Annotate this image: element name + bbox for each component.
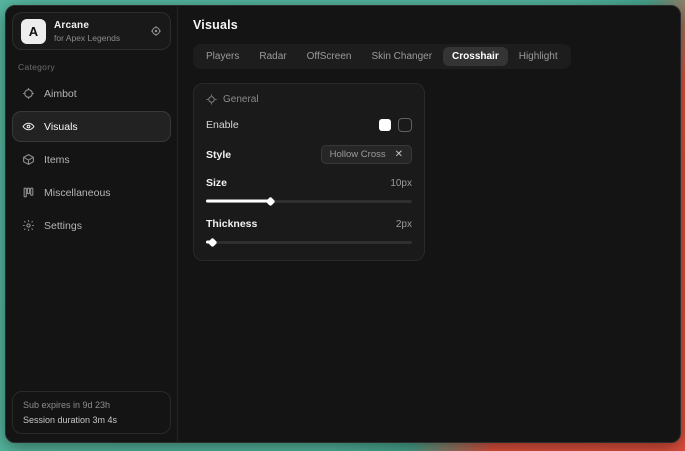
category-label: Category	[18, 62, 165, 72]
crosshair-icon	[22, 87, 35, 100]
sidebar-item-visuals[interactable]: Visuals	[12, 111, 171, 142]
page-title: Visuals	[193, 18, 665, 32]
sidebar-spacer	[12, 241, 171, 391]
app-title: Arcane	[54, 20, 142, 31]
tab-players[interactable]: Players	[197, 47, 248, 66]
style-value-text: Hollow Cross	[330, 149, 386, 160]
brand-card: A Arcane for Apex Legends	[12, 12, 171, 50]
sidebar-nav: Aimbot Visuals Items	[12, 78, 171, 241]
style-label: Style	[206, 149, 231, 161]
enable-keybind-box[interactable]	[398, 118, 412, 132]
sub-expires-text: Sub expires in 9d 23h	[23, 400, 160, 410]
style-row: Style Hollow Cross ✕	[206, 145, 412, 164]
sidebar-item-items[interactable]: Items	[12, 144, 171, 175]
style-value-tag[interactable]: Hollow Cross ✕	[321, 145, 412, 164]
visuals-tabbar: Players Radar OffScreen Skin Changer Cro…	[193, 44, 571, 69]
app-window: A Arcane for Apex Legends Category	[5, 5, 681, 443]
general-panel-title: General	[223, 94, 259, 105]
sidebar-item-label: Visuals	[44, 121, 78, 133]
box-icon	[22, 153, 35, 166]
tab-crosshair[interactable]: Crosshair	[443, 47, 508, 66]
size-slider[interactable]	[206, 197, 412, 205]
size-label: Size	[206, 177, 227, 189]
thickness-value: 2px	[396, 219, 412, 230]
remove-style-icon[interactable]: ✕	[395, 150, 403, 160]
general-panel-header: General	[206, 94, 412, 105]
thickness-label: Thickness	[206, 218, 257, 230]
thickness-slider-fill	[206, 241, 212, 244]
brand-text: Arcane for Apex Legends	[54, 20, 142, 43]
size-row: Size 10px	[206, 177, 412, 189]
gear-icon	[22, 219, 35, 232]
session-duration-text: Session duration 3m 4s	[23, 415, 160, 425]
general-panel: General Enable Style Hollow Cross ✕ Size…	[193, 83, 425, 261]
tab-skin-changer[interactable]: Skin Changer	[362, 47, 441, 66]
eye-icon	[22, 120, 35, 133]
target-icon[interactable]	[150, 25, 162, 37]
enable-checkbox-checked[interactable]	[379, 119, 391, 131]
size-value: 10px	[390, 178, 412, 189]
main-content: Visuals Players Radar OffScreen Skin Cha…	[178, 6, 680, 442]
size-slider-fill	[206, 200, 270, 203]
sidebar-item-settings[interactable]: Settings	[12, 210, 171, 241]
app-logo: A	[21, 19, 46, 44]
sidebar-item-label: Aimbot	[44, 88, 77, 100]
app-subtitle: for Apex Legends	[54, 33, 142, 43]
thickness-slider-track	[206, 241, 412, 244]
scan-icon	[206, 94, 217, 105]
size-slider-handle[interactable]	[265, 196, 275, 206]
enable-controls	[379, 118, 412, 132]
thickness-slider[interactable]	[206, 238, 412, 246]
subscription-info-card: Sub expires in 9d 23h Session duration 3…	[12, 391, 171, 434]
tab-highlight[interactable]: Highlight	[510, 47, 567, 66]
tab-offscreen[interactable]: OffScreen	[298, 47, 361, 66]
enable-row: Enable	[206, 118, 412, 132]
tab-radar[interactable]: Radar	[250, 47, 295, 66]
thickness-slider-handle[interactable]	[208, 237, 218, 247]
enable-label: Enable	[206, 119, 239, 131]
thickness-row: Thickness 2px	[206, 218, 412, 230]
sidebar-item-miscellaneous[interactable]: Miscellaneous	[12, 177, 171, 208]
sidebar-item-label: Settings	[44, 220, 82, 232]
sidebar: A Arcane for Apex Legends Category	[6, 6, 178, 442]
sidebar-item-label: Miscellaneous	[44, 187, 111, 199]
columns-icon	[22, 186, 35, 199]
sidebar-item-aimbot[interactable]: Aimbot	[12, 78, 171, 109]
sidebar-item-label: Items	[44, 154, 70, 166]
